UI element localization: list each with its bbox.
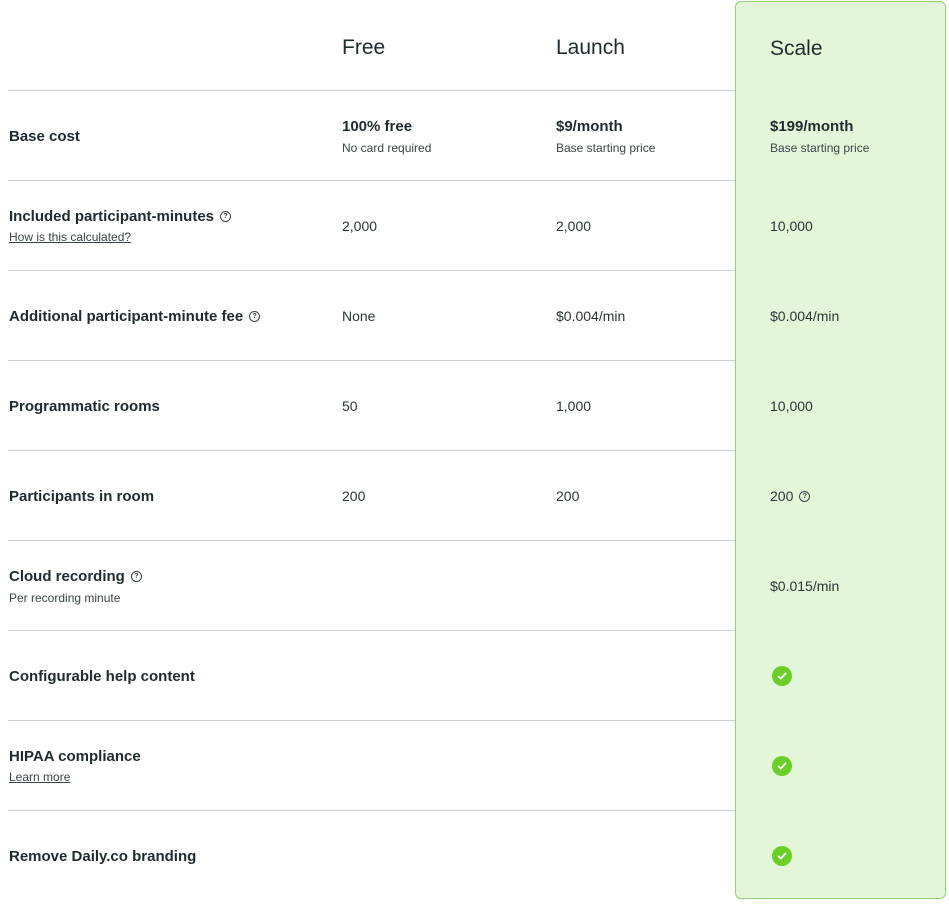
feature-label-group: Included participant-minutes?: [9, 208, 232, 225]
feature-cell: Included participant-minutes? How is thi…: [9, 208, 232, 244]
plan-name-launch: Launch: [556, 36, 625, 59]
feature-label-group: Additional participant-minute fee?: [9, 308, 261, 325]
feature-label: Cloud recording: [9, 568, 125, 585]
free-participants: 200: [342, 488, 366, 504]
feature-label: Remove Daily.co branding: [9, 848, 197, 865]
feature-label-group: Cloud recording?: [9, 568, 142, 585]
row-participants: Participants in room 200 200 200?: [0, 451, 949, 541]
question-circle-icon[interactable]: ?: [220, 211, 232, 222]
feature-label: Additional participant-minute fee: [9, 308, 244, 325]
launch-programmatic-rooms: 1,000: [556, 398, 592, 414]
row-branding: Remove Daily.co branding: [0, 811, 949, 901]
learn-more-link[interactable]: Learn more: [9, 770, 141, 784]
feature-cell: HIPAA compliance Learn more: [9, 748, 141, 784]
scale-cloud-recording: $0.015/min: [770, 578, 840, 594]
launch-participants: 200: [556, 488, 580, 504]
row-cloud-recording: Cloud recording? Per recording minute $0…: [0, 541, 949, 631]
feature-cell: Cloud recording? Per recording minute: [9, 568, 142, 605]
scale-participants-cell: 200?: [770, 488, 811, 504]
row-additional-fee: Additional participant-minute fee? None …: [0, 271, 949, 361]
free-additional-fee: None: [342, 308, 376, 324]
question-circle-icon[interactable]: ?: [130, 571, 142, 582]
scale-additional-fee: $0.004/min: [770, 308, 840, 324]
question-circle-icon[interactable]: ?: [799, 491, 811, 502]
feature-label: Programmatic rooms: [9, 398, 160, 415]
check-circle-icon: [772, 666, 792, 686]
scale-participants: 200: [770, 488, 794, 504]
feature-label: Base cost: [9, 128, 80, 145]
launch-included-minutes: 2,000: [556, 218, 592, 234]
free-base-cost: 100% free No card required: [342, 118, 431, 155]
question-circle-icon[interactable]: ?: [249, 311, 261, 322]
row-base-cost: Base cost 100% free No card required $9/…: [0, 91, 949, 181]
price-note: Base starting price: [770, 141, 870, 155]
scale-programmatic-rooms: 10,000: [770, 398, 813, 414]
free-included-minutes: 2,000: [342, 218, 378, 234]
scale-base-cost: $199/month Base starting price: [770, 118, 869, 155]
row-help-content: Configurable help content: [0, 631, 949, 721]
row-included-minutes: Included participant-minutes? How is thi…: [0, 181, 949, 271]
price-note: Base starting price: [556, 141, 656, 155]
check-circle-icon: [772, 756, 792, 776]
feature-sublabel: Per recording minute: [9, 591, 121, 605]
how-calculated-link[interactable]: How is this calculated?: [9, 230, 231, 244]
row-programmatic-rooms: Programmatic rooms 50 1,000 10,000: [0, 361, 949, 451]
feature-label: Included participant-minutes: [9, 208, 215, 225]
feature-label: Configurable help content: [9, 668, 195, 685]
price-value: $9/month: [556, 118, 623, 135]
launch-base-cost: $9/month Base starting price: [556, 118, 655, 155]
check-circle-icon: [772, 846, 792, 866]
free-programmatic-rooms: 50: [342, 398, 358, 414]
price-value: $199/month: [770, 118, 854, 135]
price-value: 100% free: [342, 118, 413, 135]
plan-name-scale: Scale: [770, 37, 823, 60]
scale-included-minutes: 10,000: [770, 218, 813, 234]
plan-name-free: Free: [342, 36, 386, 59]
price-note: No card required: [342, 141, 432, 155]
row-hipaa: HIPAA compliance Learn more: [0, 721, 949, 811]
feature-label: Participants in room: [9, 488, 155, 505]
launch-additional-fee: $0.004/min: [556, 308, 626, 324]
feature-label: HIPAA compliance: [9, 748, 141, 765]
